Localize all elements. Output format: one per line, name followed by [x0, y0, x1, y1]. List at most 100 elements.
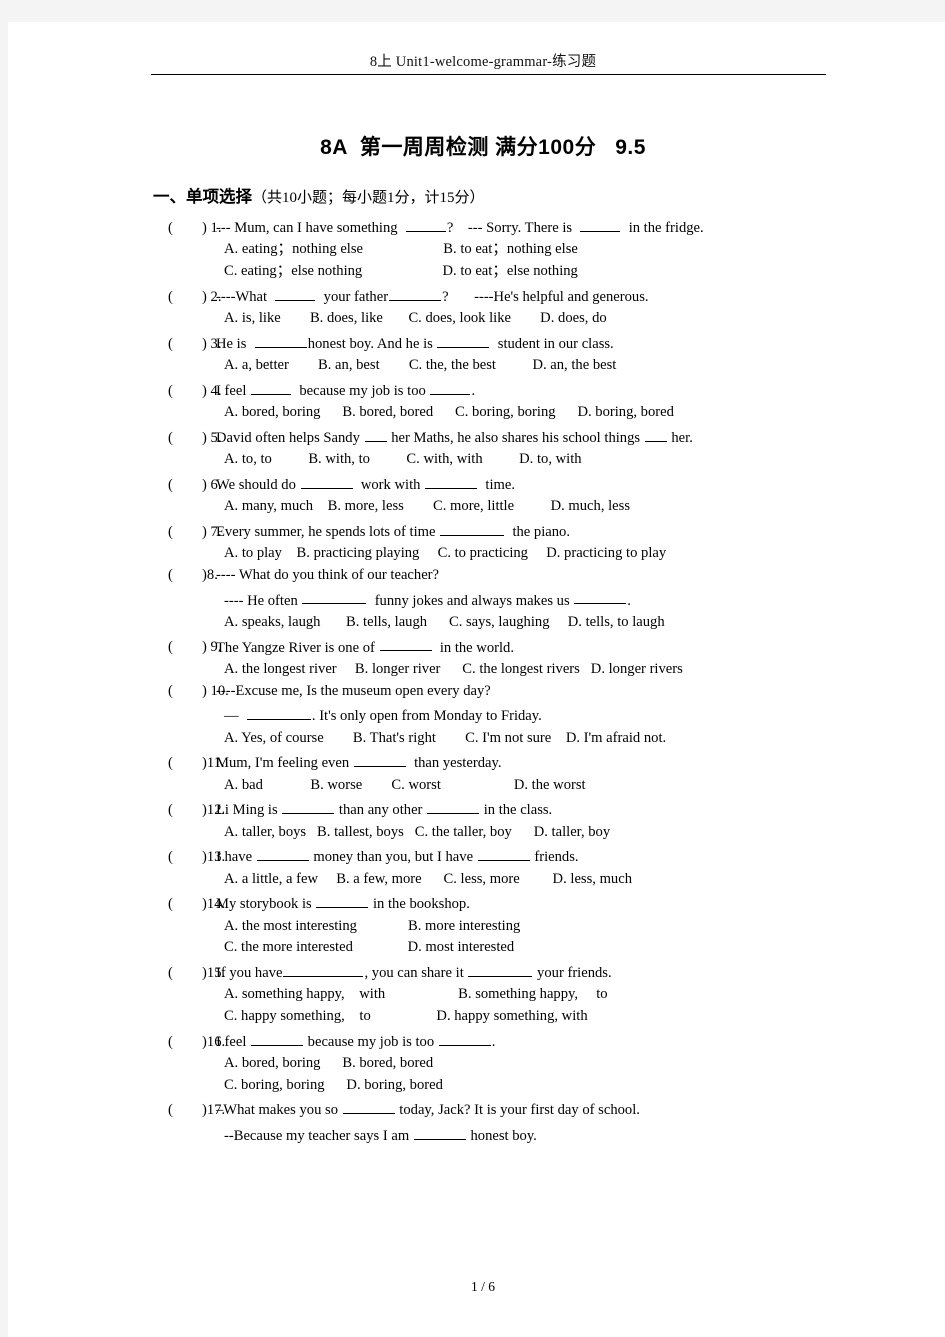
- section-heading: 一、单项选择（共10小题；每小题1分，计15分）: [153, 183, 823, 207]
- answer-blank: [574, 590, 627, 605]
- question-item: ( ) 4. I feel because my job is too . A. b…: [143, 380, 823, 420]
- answer-bracket[interactable]: ( )12.: [168, 803, 225, 818]
- question-body: We should do work with time. A. many, muc…: [216, 474, 823, 514]
- answer-bracket[interactable]: ( ) 4.: [168, 383, 222, 399]
- question-stem: He is honest boy. And he is student in o…: [216, 333, 823, 351]
- question-stem: --- Mum, can I have something ? --- Sorr…: [216, 217, 823, 235]
- question-options: C. the more interested D. most intereste…: [224, 939, 515, 956]
- question-options: A. the most interesting B. more interest…: [224, 917, 521, 934]
- answer-blank: [302, 590, 367, 605]
- answer-blank: [275, 286, 316, 301]
- question-stem: My storybook is in the bookshop.: [216, 893, 823, 912]
- question-body: ----What your father? ----He's helpful a…: [216, 286, 823, 326]
- question-item: ( )13. I have money than you, but I have …: [143, 846, 823, 886]
- answer-bracket[interactable]: ( ) 6.: [168, 478, 222, 493]
- answer-blank: [246, 705, 311, 721]
- answer-blank: [427, 799, 480, 815]
- question-item: ( )16. I feel because my job is too . A. b…: [143, 1031, 823, 1093]
- answer-bracket[interactable]: ( )8.: [168, 568, 218, 583]
- question-item: ( ) 10. ----Excuse me, Is the museum open…: [143, 684, 823, 746]
- answer-bracket[interactable]: ( )15.: [168, 966, 225, 981]
- question-options: A. bored, boring B. bored, bored C. bori…: [224, 404, 674, 421]
- question-options: --Because my teacher says I am honest bo…: [216, 1125, 823, 1143]
- question-body: I have money than you, but I have friend…: [216, 846, 823, 886]
- answer-bracket[interactable]: ( )13.: [168, 850, 225, 865]
- question-body: Mum, I'm feeling even than yesterday. A. …: [216, 752, 823, 792]
- question-stem: David often helps Sandy her Maths, he al…: [216, 427, 823, 445]
- answer-blank: [283, 962, 364, 977]
- answer-blank: [300, 474, 353, 489]
- question-stem: We should do work with time.: [216, 474, 823, 492]
- question-options: A. to play B. practicing playing C. to p…: [224, 545, 667, 562]
- answer-bracket[interactable]: ( ) 10.: [168, 684, 229, 699]
- question-options: ---- He often funny jokes and always mak…: [216, 590, 823, 608]
- answer-blank: [379, 637, 432, 652]
- question-options: C. eating；else nothing D. to eat；else no…: [224, 263, 578, 280]
- answer-blank: [282, 799, 335, 815]
- question-stem: ----Excuse me, Is the museum open every …: [216, 682, 491, 699]
- question-stem: ----What your father? ----He's helpful a…: [216, 286, 823, 304]
- answer-blank: [413, 1125, 466, 1140]
- question-body: ----Excuse me, Is the museum open every …: [216, 684, 823, 746]
- question-stem: Li Ming is than any other in the class.: [216, 799, 823, 818]
- answer-bracket[interactable]: ( )16.: [168, 1034, 225, 1050]
- question-item: ( ) 7. Every summer, he spends lots of ti…: [143, 521, 823, 561]
- question-body: Li Ming is than any other in the class. A…: [216, 799, 823, 839]
- question-options: A. something happy, with B. something ha…: [224, 986, 608, 1003]
- section-note: （共10小题；每小题1分，计15分）: [252, 190, 485, 206]
- answer-blank: [425, 474, 478, 489]
- question-body: ---- What do you think of our teacher? --…: [216, 568, 823, 630]
- answer-bracket[interactable]: ( )17.: [168, 1103, 225, 1118]
- answer-blank: [405, 217, 446, 232]
- answer-bracket[interactable]: ( ) 2.: [168, 289, 222, 305]
- question-item: ( )11. Mum, I'm feeling even than yesterd…: [143, 752, 823, 792]
- answer-bracket[interactable]: ( )11.: [168, 756, 225, 771]
- question-body: The Yangze River is one of in the world.…: [216, 637, 823, 677]
- answer-blank: [251, 1031, 304, 1046]
- answer-bracket[interactable]: ( ) 1.: [168, 221, 222, 236]
- answer-blank: [477, 846, 530, 862]
- page-content: 8上 Unit1-welcome-grammar-练习题 8A 第一周周检测 满…: [143, 22, 826, 1337]
- question-options: A. taller, boys B. tallest, boys C. the …: [224, 823, 611, 840]
- running-header-text: 8上 Unit1-welcome-grammar-练习题: [369, 54, 597, 70]
- question-stem: Mum, I'm feeling even than yesterday.: [216, 752, 823, 771]
- question-item: ( ) 3. He is honest boy. And he is studen…: [143, 333, 823, 373]
- question-options: A. Yes, of course B. That's right C. I'm…: [224, 729, 667, 746]
- question-body: He is honest boy. And he is student in o…: [216, 333, 823, 373]
- question-stem: I feel because my job is too .: [216, 1031, 823, 1049]
- answer-bracket[interactable]: ( ) 7.: [168, 525, 222, 540]
- question-stem: I feel because my job is too .: [216, 380, 823, 398]
- question-stem: ---- What do you think of our teacher?: [216, 566, 440, 583]
- answer-blank: [468, 962, 533, 977]
- question-options: A. eating；nothing else B. to eat；nothing…: [224, 241, 578, 258]
- answer-blank: [254, 333, 307, 348]
- answer-blank: [389, 286, 442, 301]
- answer-bracket[interactable]: ( ) 9.: [168, 640, 222, 655]
- question-item: ( )8. ---- What do you think of our teach…: [143, 568, 823, 630]
- answer-blank: [440, 521, 505, 536]
- answer-blank: [353, 752, 406, 768]
- answer-blank: [438, 1031, 491, 1046]
- question-options: A. is, like B. does, like C. does, look …: [224, 310, 607, 327]
- question-options: A. speaks, laugh B. tells, laugh C. says…: [224, 613, 665, 630]
- question-body: I feel because my job is too . A. bored, …: [216, 1031, 823, 1093]
- question-stem: If you have, you can share it your frien…: [216, 962, 823, 980]
- answer-blank: [364, 427, 387, 442]
- question-body: Every summer, he spends lots of time the…: [216, 521, 823, 561]
- question-options: A. a, better B. an, best C. the, the bes…: [224, 357, 617, 374]
- question-stem: –What makes you so today, Jack? It is yo…: [216, 1099, 823, 1118]
- answer-bracket[interactable]: ( ) 3.: [168, 336, 222, 352]
- question-body: David often helps Sandy her Maths, he al…: [216, 427, 823, 467]
- question-options: A. bored, boring B. bored, bored: [224, 1055, 434, 1072]
- question-item: ( ) 5. David often helps Sandy her Maths,…: [143, 427, 823, 467]
- question-body: –What makes you so today, Jack? It is yo…: [216, 1099, 823, 1143]
- answer-bracket[interactable]: ( )14.: [168, 897, 225, 912]
- question-item: ( )12. Li Ming is than any other in the c…: [143, 799, 823, 839]
- document-page: 8上 Unit1-welcome-grammar-练习题 8A 第一周周检测 满…: [8, 22, 945, 1337]
- answer-blank: [316, 893, 369, 909]
- answer-bracket[interactable]: ( ) 5.: [168, 431, 222, 446]
- question-body: If you have, you can share it your frien…: [216, 962, 823, 1024]
- question-item: ( ) 6. We should do work with time. A. man…: [143, 474, 823, 514]
- question-item: ( ) 1. --- Mum, can I have something ? --…: [143, 217, 823, 279]
- answer-blank: [580, 217, 621, 232]
